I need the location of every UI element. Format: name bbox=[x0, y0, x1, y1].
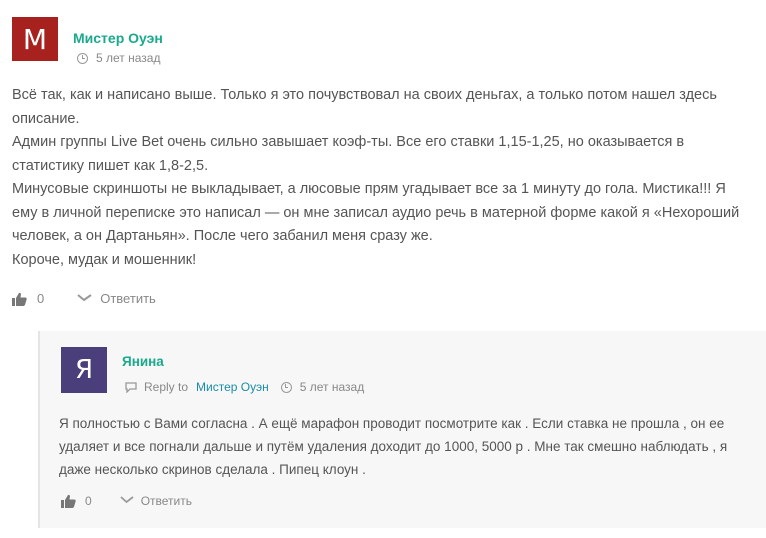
reply-arrow-icon bbox=[120, 496, 134, 504]
comment-meta: 5 лет назад bbox=[77, 51, 160, 65]
thumbs-up-icon bbox=[61, 494, 76, 508]
reply-icon bbox=[125, 381, 137, 393]
avatar-letter: М bbox=[22, 22, 48, 56]
comment-author[interactable]: Мистер Оуэн bbox=[73, 30, 163, 46]
clock-icon bbox=[77, 52, 88, 64]
like-count: 0 bbox=[85, 494, 92, 508]
like-button[interactable] bbox=[12, 292, 27, 306]
comment-paragraph: Короче, мудак и мошенник! bbox=[12, 251, 197, 268]
reply-meta: Reply to Мистер Оуэн 5 лет назад bbox=[125, 380, 364, 394]
comment-text: Всё так, как и написано выше. Только я э… bbox=[12, 84, 742, 272]
comment-paragraph: Админ группы Live Bet очень сильно завыш… bbox=[12, 134, 685, 174]
reply-actions: 0 Ответить bbox=[61, 494, 192, 508]
reply-comment: Я Янина Reply to Мистер Оуэн 5 лет назад… bbox=[38, 331, 766, 528]
reply-button[interactable]: Ответить bbox=[120, 494, 192, 508]
comment-paragraph: Минусовые скриншоты не выкладывает, а лю… bbox=[12, 181, 740, 244]
reply-label: Ответить bbox=[140, 494, 192, 508]
like-count: 0 bbox=[37, 291, 45, 306]
comment-actions: 0 Ответить bbox=[12, 291, 156, 306]
like-button[interactable] bbox=[61, 494, 76, 508]
reply-time: 5 лет назад bbox=[299, 380, 365, 394]
avatar-letter: Я bbox=[74, 355, 94, 385]
comment-time: 5 лет назад bbox=[96, 51, 161, 65]
avatar: Я bbox=[61, 347, 107, 393]
reply-label: Ответить bbox=[100, 291, 156, 306]
reply-to-label: Reply to bbox=[144, 380, 189, 394]
reply-text: Я полностью с Вами согласна . А ещё мара… bbox=[59, 416, 728, 477]
reply-to-author[interactable]: Мистер Оуэн bbox=[196, 380, 269, 394]
reply-author[interactable]: Янина bbox=[122, 354, 164, 369]
reply-arrow-icon bbox=[77, 293, 92, 301]
thumbs-up-icon bbox=[12, 292, 27, 306]
comment-paragraph: Всё так, как и написано выше. Только я э… bbox=[12, 87, 717, 127]
avatar: М bbox=[12, 17, 58, 61]
clock-icon bbox=[280, 381, 292, 393]
reply-button[interactable]: Ответить bbox=[76, 291, 156, 306]
